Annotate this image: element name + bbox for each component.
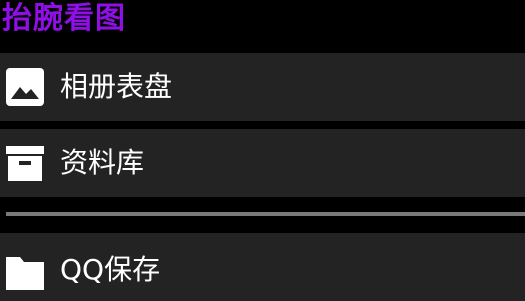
menu-item-label: 资料库 <box>60 146 145 179</box>
folder-icon <box>6 252 44 290</box>
menu-item-qq-save[interactable]: QQ保存 <box>0 233 525 301</box>
menu-item-library[interactable]: 资料库 <box>0 129 525 197</box>
app-title: 抬腕看图 <box>2 1 126 36</box>
section-divider <box>6 212 525 216</box>
menu-item-album-watchface[interactable]: 相册表盘 <box>0 53 525 121</box>
menu-item-label: QQ保存 <box>60 253 161 286</box>
image-icon <box>6 68 44 106</box>
menu-item-label: 相册表盘 <box>60 70 173 103</box>
archive-box-icon <box>6 144 44 182</box>
